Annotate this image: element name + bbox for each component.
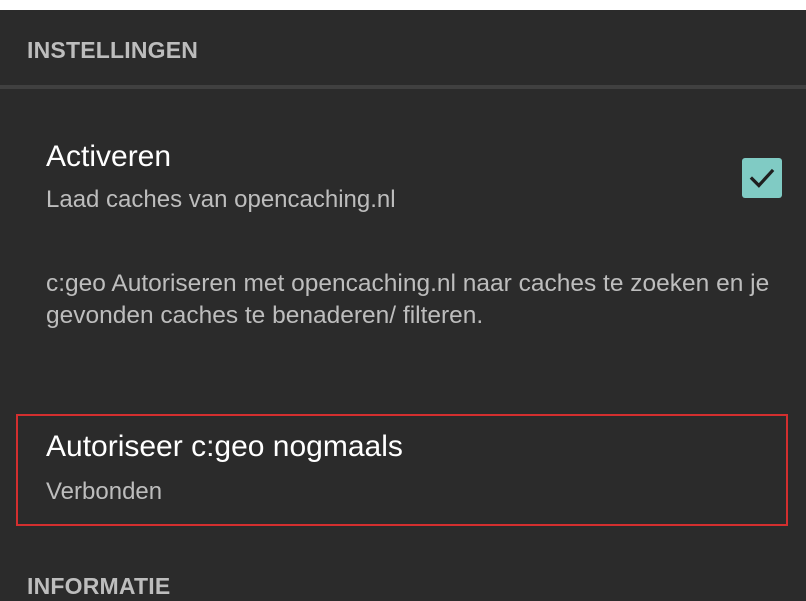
- section-header-info: INFORMATIE: [27, 573, 171, 599]
- authorization-description: c:geo Autoriseren met opencaching.nl naa…: [46, 270, 770, 329]
- authorize-summary: Verbonden: [46, 478, 163, 505]
- authorize-title: Autoriseer c:geo nogmaals: [46, 430, 403, 463]
- top-border: [0, 0, 806, 10]
- activate-title: Activeren: [46, 140, 172, 173]
- activate-summary: Laad caches van opencaching.nl: [46, 186, 396, 213]
- section-divider: [0, 85, 806, 89]
- activate-checkbox[interactable]: [742, 158, 782, 198]
- authorize-preference[interactable]: Autoriseer c:geo nogmaals Verbonden: [16, 414, 788, 526]
- section-header-settings: INSTELLINGEN: [27, 37, 199, 63]
- check-icon: [749, 168, 775, 188]
- activate-preference[interactable]: Activeren Laad caches van opencaching.nl: [0, 130, 806, 240]
